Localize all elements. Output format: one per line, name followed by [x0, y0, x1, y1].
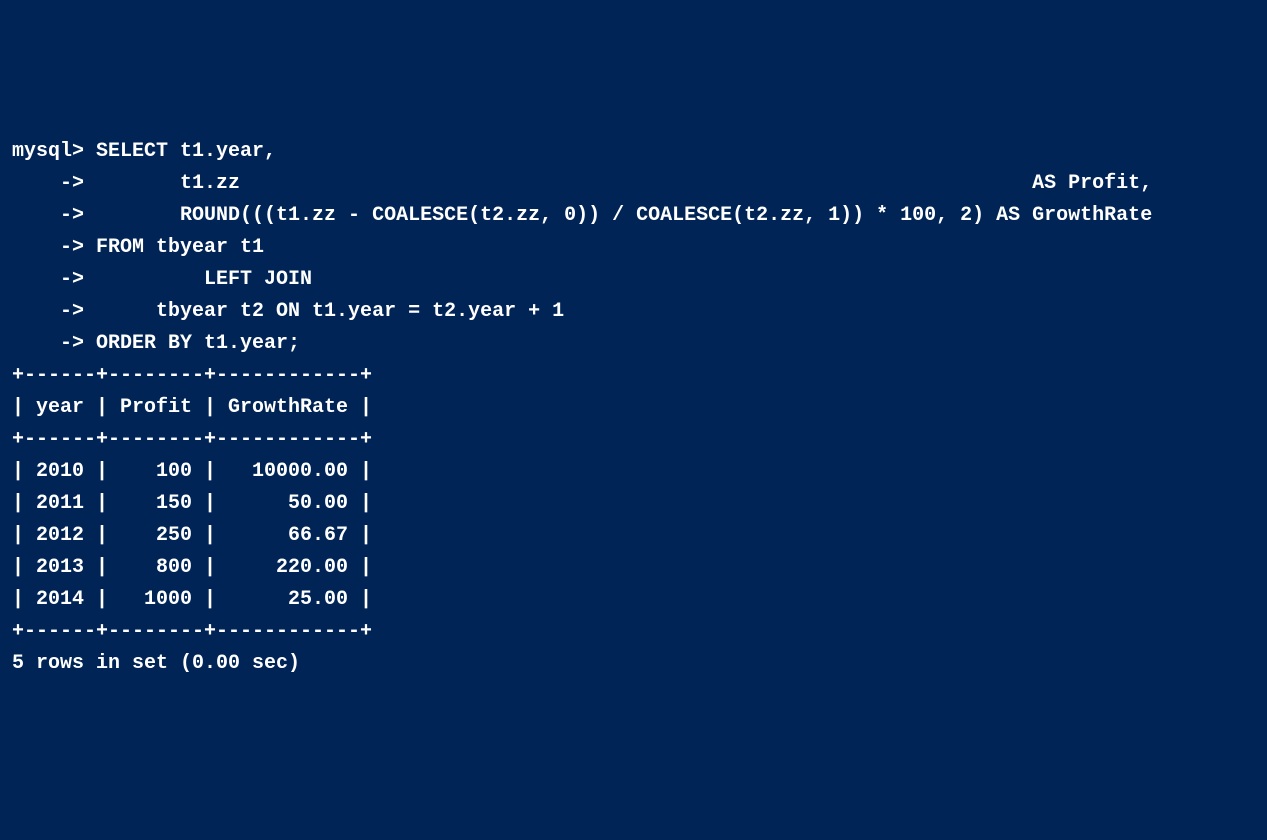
- query-line-2: t1.zz AS Profit,: [84, 172, 1152, 195]
- query-line-4: FROM tbyear t1: [84, 236, 264, 259]
- table-row: | 2010 | 100 | 10000.00 |: [12, 460, 372, 483]
- terminal-output: mysql> SELECT t1.year, -> t1.zz AS Profi…: [12, 136, 1255, 680]
- continuation-prompt: ->: [12, 236, 84, 259]
- continuation-prompt: ->: [12, 204, 84, 227]
- continuation-prompt: ->: [12, 172, 84, 195]
- query-line-7: ORDER BY t1.year;: [84, 332, 300, 355]
- query-line-3: ROUND(((t1.zz - COALESCE(t2.zz, 0)) / CO…: [84, 204, 1152, 227]
- table-row: | 2011 | 150 | 50.00 |: [12, 492, 372, 515]
- table-header: | year | Profit | GrowthRate |: [12, 396, 372, 419]
- continuation-prompt: ->: [12, 332, 84, 355]
- table-border-top: +------+--------+------------+: [12, 364, 372, 387]
- mysql-prompt: mysql>: [12, 140, 84, 163]
- table-border-mid: +------+--------+------------+: [12, 428, 372, 451]
- query-line-1: SELECT t1.year,: [84, 140, 276, 163]
- table-row: | 2012 | 250 | 66.67 |: [12, 524, 372, 547]
- status-line: 5 rows in set (0.00 sec): [12, 652, 300, 675]
- table-border-bottom: +------+--------+------------+: [12, 620, 372, 643]
- query-line-5: LEFT JOIN: [84, 268, 312, 291]
- table-row: | 2014 | 1000 | 25.00 |: [12, 588, 372, 611]
- continuation-prompt: ->: [12, 300, 84, 323]
- continuation-prompt: ->: [12, 268, 84, 291]
- query-line-6: tbyear t2 ON t1.year = t2.year + 1: [84, 300, 564, 323]
- table-row: | 2013 | 800 | 220.00 |: [12, 556, 372, 579]
